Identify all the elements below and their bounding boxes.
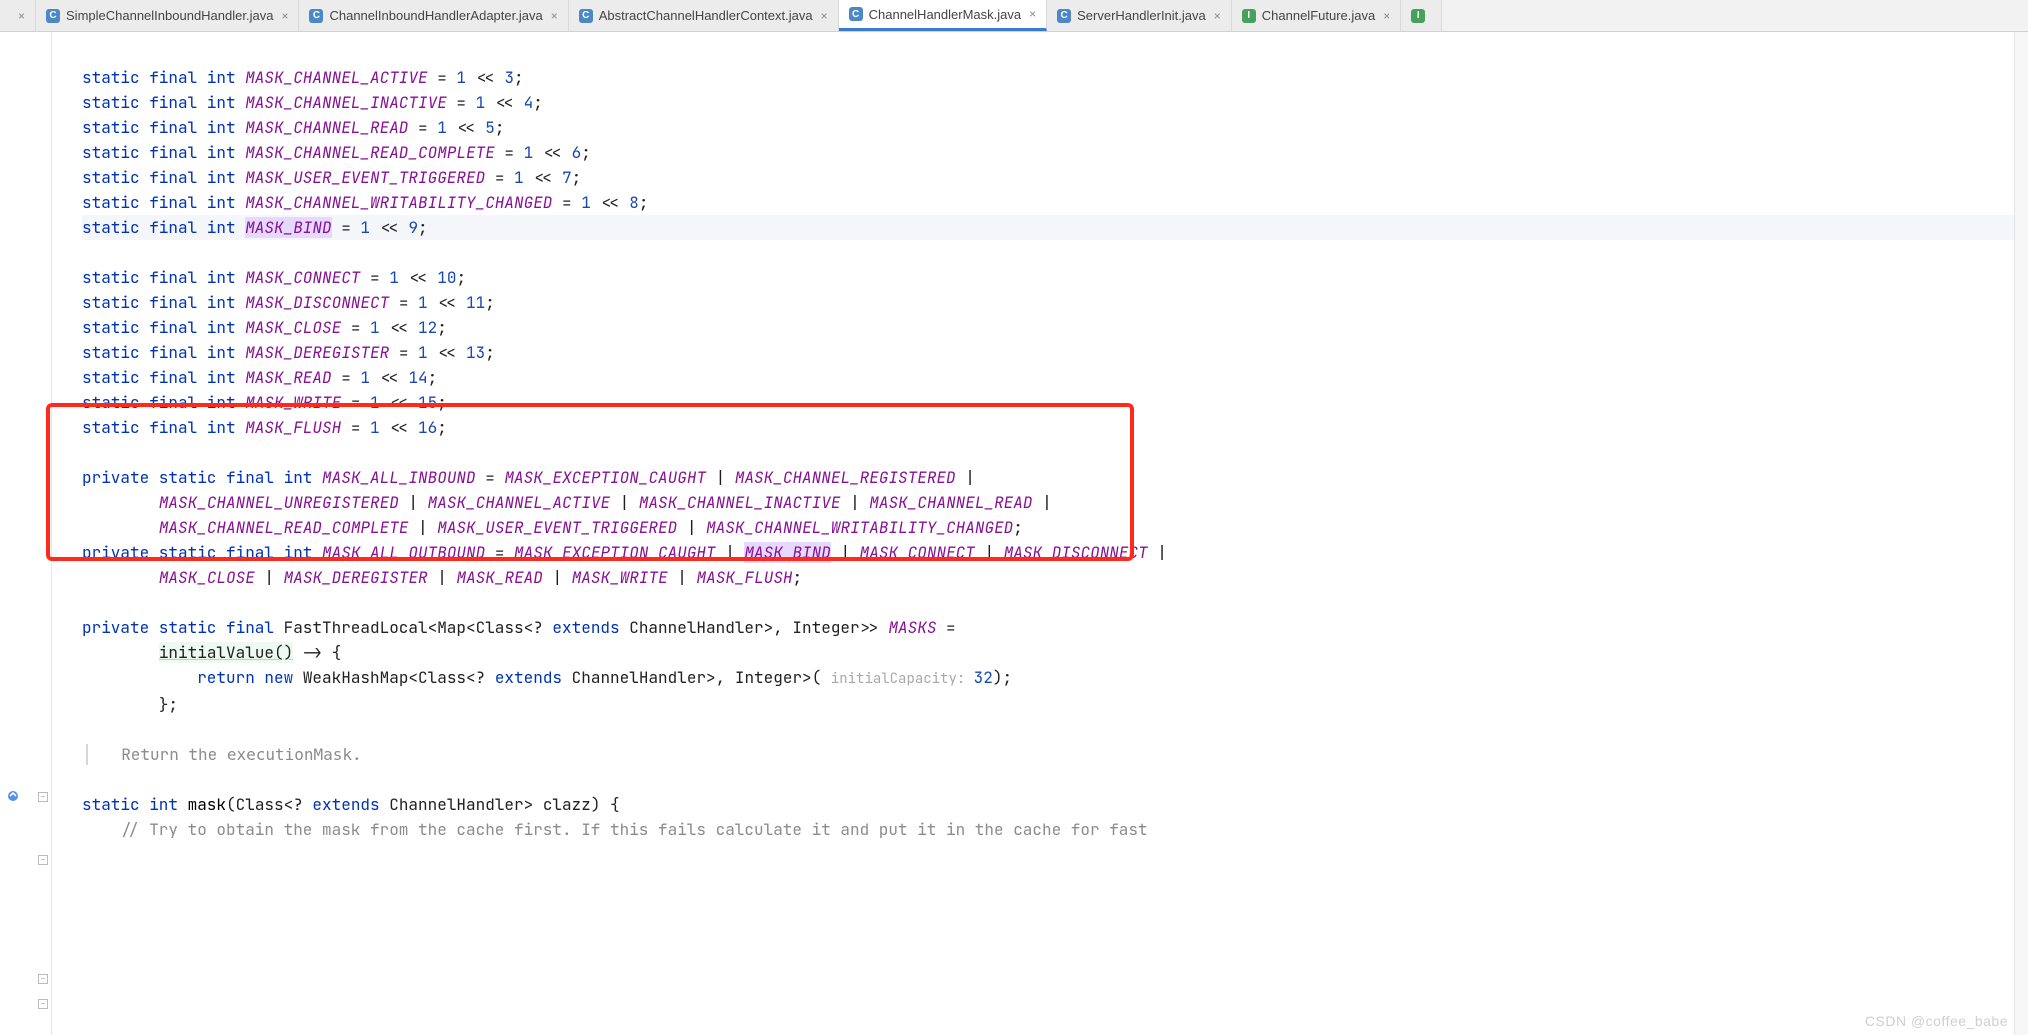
code-line: private static final int MASK_ALL_INBOUN…	[82, 467, 975, 488]
override-gutter-icon[interactable]	[6, 789, 20, 803]
tab-label: ChannelFuture.java	[1262, 8, 1375, 23]
close-icon[interactable]: ×	[1029, 7, 1036, 21]
editor-tab[interactable]: C ChannelInboundHandlerAdapter.java ×	[299, 0, 568, 31]
code-line: static final int MASK_USER_EVENT_TRIGGER…	[82, 167, 581, 188]
fold-icon[interactable]: −	[38, 999, 48, 1009]
code-line: static final int MASK_CHANNEL_READ = 1 <…	[82, 117, 504, 138]
class-file-icon: C	[849, 7, 863, 21]
code-line: static final int MASK_CHANNEL_INACTIVE =…	[82, 92, 543, 113]
editor-tab-more[interactable]: I	[1401, 0, 1442, 31]
tab-close-prev[interactable]: ×	[0, 0, 36, 31]
code-line: MASK_CHANNEL_UNREGISTERED | MASK_CHANNEL…	[82, 492, 1052, 513]
fold-icon[interactable]: −	[38, 855, 48, 865]
tab-label: AbstractChannelHandlerContext.java	[599, 8, 813, 23]
code-line: MASK_CHANNEL_READ_COMPLETE | MASK_USER_E…	[82, 517, 1023, 538]
editor-tab[interactable]: C AbstractChannelHandlerContext.java ×	[569, 0, 839, 31]
editor-tab-active[interactable]: C ChannelHandlerMask.java ×	[839, 0, 1048, 31]
close-icon[interactable]: ×	[1214, 9, 1221, 23]
class-file-icon: C	[309, 9, 323, 23]
editor-tab[interactable]: C ServerHandlerInit.java ×	[1047, 0, 1232, 31]
class-file-icon: C	[1057, 9, 1071, 23]
editor-area: − − − − static final int MASK_CHANNEL_AC…	[0, 32, 2028, 1035]
code-line: static final int MASK_CONNECT = 1 << 10;	[82, 267, 466, 288]
fold-icon[interactable]: −	[38, 974, 48, 984]
code-editor[interactable]: static final int MASK_CHANNEL_ACTIVE = 1…	[52, 32, 2028, 1035]
class-file-icon: C	[579, 9, 593, 23]
code-line: static final int MASK_CLOSE = 1 << 12;	[82, 317, 447, 338]
tab-label: ChannelInboundHandlerAdapter.java	[329, 8, 542, 23]
tab-label: ServerHandlerInit.java	[1077, 8, 1206, 23]
editor-tab[interactable]: I ChannelFuture.java ×	[1232, 0, 1401, 31]
javadoc-render: Return the executionMask.	[86, 744, 362, 765]
code-line: static int mask(Class<? extends ChannelH…	[82, 794, 620, 815]
fold-icon[interactable]: −	[38, 792, 48, 802]
class-file-icon: C	[46, 9, 60, 23]
interface-file-icon: I	[1242, 9, 1256, 23]
code-line: static final int MASK_CHANNEL_READ_COMPL…	[82, 142, 591, 163]
close-icon[interactable]: ×	[281, 9, 288, 23]
tab-label: ChannelHandlerMask.java	[869, 7, 1021, 22]
code-line: return new WeakHashMap<Class<? extends C…	[82, 667, 1012, 688]
code-line: static final int MASK_CHANNEL_WRITABILIT…	[82, 192, 648, 213]
code-line: static final int MASK_DEREGISTER = 1 << …	[82, 342, 495, 363]
editor-tab-bar: × C SimpleChannelInboundHandler.java × C Ch…	[0, 0, 2028, 32]
watermark-text: CSDN @coffee_babe	[1865, 1013, 2008, 1029]
code-line: private static final int MASK_ALL_OUTBOU…	[82, 542, 1167, 563]
close-icon[interactable]: ×	[18, 9, 25, 23]
code-line: static final int MASK_FLUSH = 1 << 16;	[82, 417, 447, 438]
marker-strip[interactable]	[2014, 32, 2028, 1035]
code-line: static final int MASK_CHANNEL_ACTIVE = 1…	[82, 67, 524, 88]
code-line: // Try to obtain the mask from the cache…	[82, 819, 1148, 840]
interface-file-icon: I	[1411, 9, 1425, 23]
editor-gutter[interactable]: − − − −	[0, 32, 52, 1035]
code-line: static final int MASK_READ = 1 << 14;	[82, 367, 437, 388]
close-icon[interactable]: ×	[1383, 9, 1390, 23]
code-line: static final int MASK_DISCONNECT = 1 << …	[82, 292, 495, 313]
code-line: initialValue() -> {	[82, 642, 341, 663]
code-line: static final int MASK_WRITE = 1 << 15;	[82, 392, 447, 413]
tab-label: SimpleChannelInboundHandler.java	[66, 8, 273, 23]
code-line-highlighted: static final int MASK_BIND = 1 << 9;	[82, 215, 2028, 240]
editor-tab[interactable]: C SimpleChannelInboundHandler.java ×	[36, 0, 299, 31]
close-icon[interactable]: ×	[551, 9, 558, 23]
code-line: };	[82, 694, 178, 715]
code-line: MASK_CLOSE | MASK_DEREGISTER | MASK_READ…	[82, 567, 802, 588]
close-icon[interactable]: ×	[821, 9, 828, 23]
code-line: private static final FastThreadLocal<Map…	[82, 617, 956, 638]
